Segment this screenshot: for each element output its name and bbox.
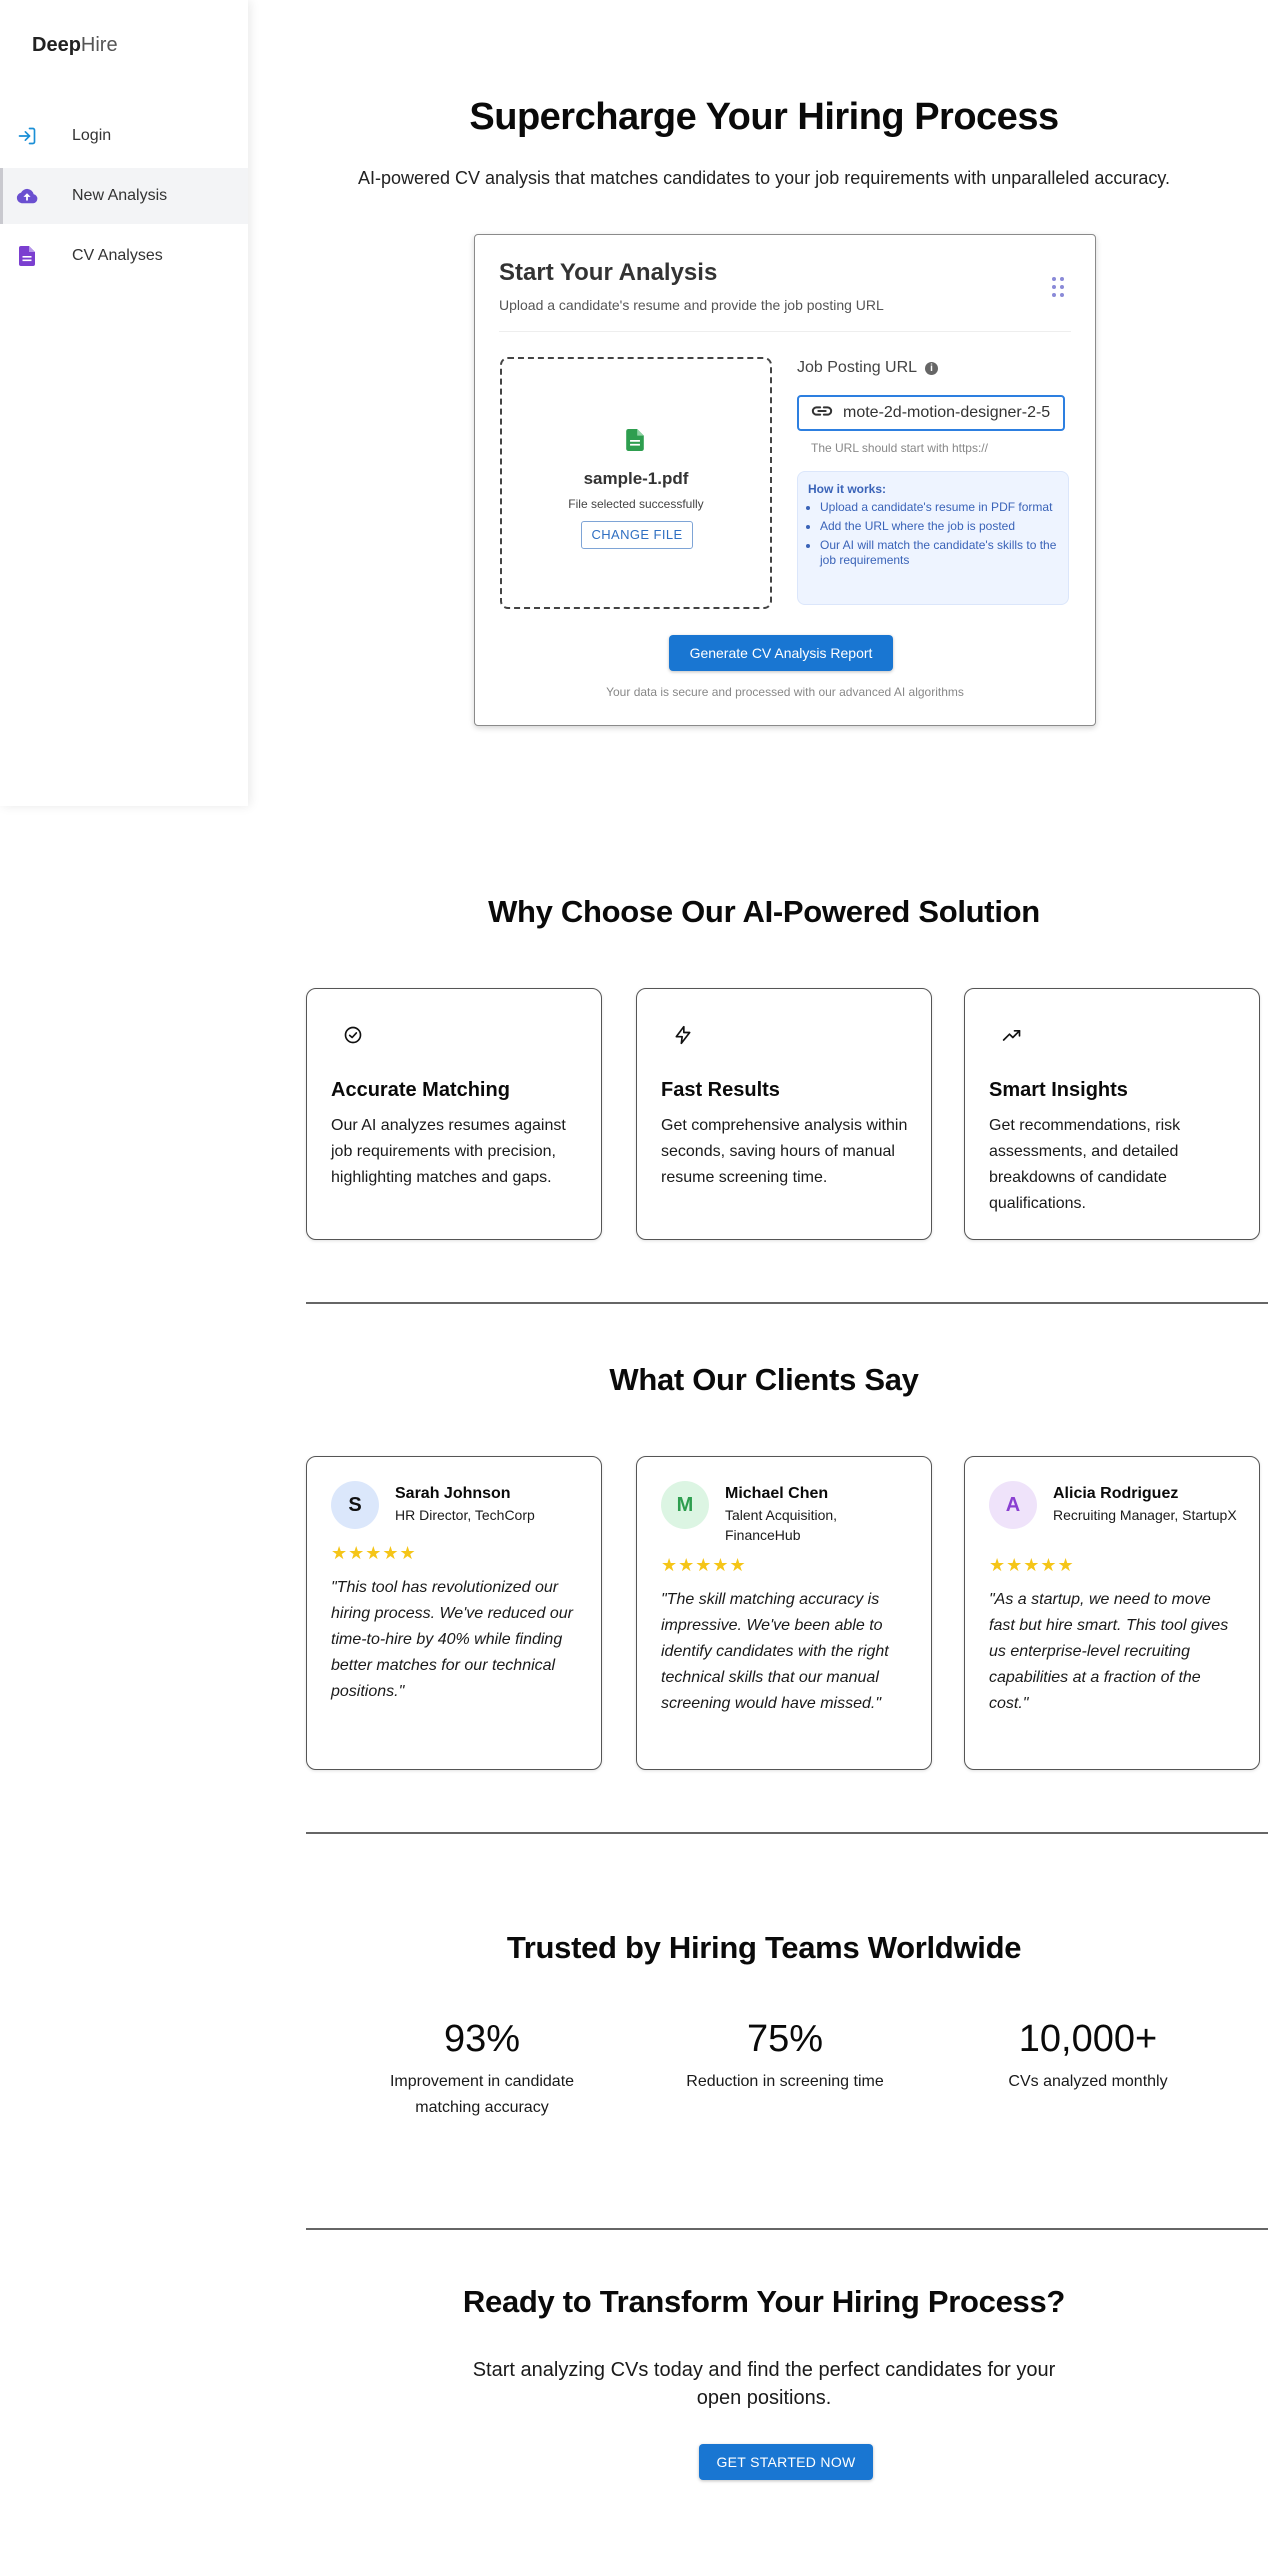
cta-title: Ready to Transform Your Hiring Process? [462,2284,1066,2319]
how-it-works-list: Upload a candidate's resume in PDF forma… [808,500,1058,568]
feature-card: Smart Insights Get recommendations, risk… [964,988,1260,1240]
testimonial-role: Recruiting Manager, StartupX [1053,1507,1237,1523]
info-icon[interactable]: i [925,361,939,375]
feature-text: Get recommendations, risk assessments, a… [989,1117,1181,1212]
brand-light: Hire [80,34,118,56]
hero-title: Supercharge Your Hiring Process [469,96,1059,138]
sidebar-item-login[interactable]: Login [0,108,248,164]
testimonial-name: Sarah Johnson [395,1485,511,1502]
testimonial-quote: "This tool has revolutionized our hiring… [331,1579,573,1700]
testimonials-title: What Our Clients Say [609,1362,919,1397]
feature-text: Get comprehensive analysis within second… [661,1117,908,1186]
avatar: S [331,1481,379,1529]
card-title: Start Your Analysis [499,259,718,286]
check-circle-icon [343,1025,363,1050]
feature-card: Fast Results Get comprehensive analysis … [636,988,932,1240]
stat-label: Reduction in screening time [686,2073,884,2090]
feature-card: Accurate Matching Our AI analyzes resume… [306,988,602,1240]
brand-logo[interactable]: DeepHire [32,34,118,57]
star-rating: ★★★★★ [661,1555,747,1575]
stat-item: 10,000+ CVs analyzed monthly [928,2018,1248,2095]
drag-handle-icon[interactable] [1051,275,1065,299]
list-item: Upload a candidate's resume in PDF forma… [820,500,1058,515]
sidebar-item-label: Login [72,127,112,144]
document-icon [16,245,38,267]
get-started-button[interactable]: GET STARTED NOW [699,2444,873,2480]
testimonial-name: Alicia Rodriguez [1053,1485,1179,1502]
section-divider [306,1302,1268,1304]
testimonial-quote: "As a startup, we need to move fast but … [989,1591,1229,1712]
stat-item: 93% Improvement in candidate matching ac… [322,2018,642,2121]
url-helper-text: The URL should start with https:// [811,441,988,455]
section-divider [306,1832,1268,1834]
testimonial-card: S Sarah Johnson HR Director, TechCorp ★★… [306,1456,602,1770]
cloud-upload-icon [16,185,38,207]
sidebar-item-cv-analyses[interactable]: CV Analyses [0,228,248,284]
change-file-button[interactable]: CHANGE FILE [581,521,693,549]
stat-label: Improvement in candidate matching accura… [389,2073,575,2116]
stat-label: CVs analyzed monthly [1008,2073,1168,2090]
testimonial-name: Michael Chen [725,1485,829,1502]
how-it-works-title: How it works: [808,482,887,496]
list-item: Our AI will match the candidate's skills… [820,538,1058,568]
features-title: Why Choose Our AI-Powered Solution [488,894,1040,929]
trending-up-icon [1001,1025,1023,1050]
stat-item: 75% Reduction in screening time [625,2018,945,2095]
file-name: sample-1.pdf [583,469,689,488]
testimonial-card: A Alicia Rodriguez Recruiting Manager, S… [964,1456,1260,1770]
avatar: M [661,1481,709,1529]
feature-title: Fast Results [661,1079,780,1101]
hero-subtitle: AI-powered CV analysis that matches cand… [357,168,1171,188]
file-icon [626,429,644,456]
url-label-text: Job Posting URL [797,359,918,376]
testimonial-card: M Michael Chen Talent Acquisition, Finan… [636,1456,932,1770]
section-divider [306,2228,1268,2230]
stats-title: Trusted by Hiring Teams Worldwide [506,1930,1022,1965]
stat-value: 93% [443,2018,521,2060]
link-icon [811,404,833,422]
brand-bold: Deep [32,34,81,56]
url-label: Job Posting URL i [797,359,939,377]
avatar: A [989,1481,1037,1529]
star-rating: ★★★★★ [331,1543,417,1563]
star-rating: ★★★★★ [989,1555,1075,1575]
card-divider [499,331,1071,332]
secure-note: Your data is secure and processed with o… [606,685,964,699]
job-url-value[interactable]: mote-2d-motion-designer-2-5 [843,404,1055,422]
sidebar-item-label: New Analysis [72,187,168,204]
feature-title: Accurate Matching [331,1079,510,1101]
testimonial-role: HR Director, TechCorp [395,1507,535,1523]
stat-value: 75% [746,2018,824,2060]
testimonial-quote: "The skill matching accuracy is impressi… [661,1591,889,1712]
card-subtitle: Upload a candidate's resume and provide … [499,297,884,313]
sidebar: DeepHire Login New Analysis CV Analyses [0,0,248,806]
file-dropzone[interactable]: sample-1.pdf File selected successfully … [500,357,772,609]
sidebar-item-label: CV Analyses [72,247,163,264]
list-item: Add the URL where the job is posted [820,519,1058,534]
sidebar-item-new-analysis[interactable]: New Analysis [0,168,248,224]
file-status: File selected successfully [568,497,704,511]
how-it-works-box: How it works: Upload a candidate's resum… [797,471,1069,605]
stat-value: 10,000+ [1018,2018,1158,2060]
testimonial-role: Talent Acquisition, FinanceHub [725,1507,838,1543]
analysis-card: Start Your Analysis Upload a candidate's… [474,234,1096,726]
job-url-input[interactable]: mote-2d-motion-designer-2-5 [797,395,1065,431]
lightning-icon [673,1025,693,1050]
feature-text: Our AI analyzes resumes against job requ… [331,1117,566,1186]
feature-title: Smart Insights [989,1079,1128,1101]
login-icon [16,125,38,147]
cta-subtitle: Start analyzing CVs today and find the p… [472,2359,1056,2409]
generate-report-button[interactable]: Generate CV Analysis Report [669,635,893,671]
